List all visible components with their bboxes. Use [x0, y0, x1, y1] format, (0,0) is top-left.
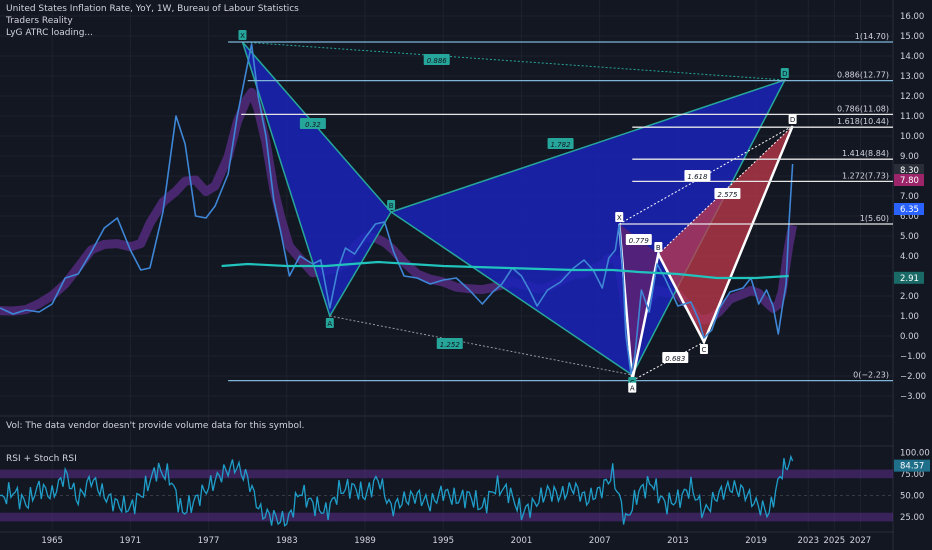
rsi-title[interactable]: RSI + Stoch RSI — [6, 454, 77, 464]
price-tick-label: 13.00 — [900, 72, 924, 82]
rsi-band — [0, 512, 893, 522]
point-d-small: D — [790, 116, 795, 124]
price-tick-label: 15.00 — [900, 32, 924, 42]
ratio-label-small: 0.683 — [665, 355, 685, 363]
time-tick-label: 1977 — [198, 536, 220, 546]
time-tick-label: 2025 — [824, 536, 846, 546]
price-tick-label: 5.00 — [900, 232, 919, 242]
time-tick-label: 1971 — [120, 536, 142, 546]
point-a-small: A — [630, 385, 635, 393]
rsi-band — [0, 469, 893, 479]
time-tick-label: 2007 — [589, 536, 611, 546]
point-b-large: B — [389, 202, 394, 210]
indicator-lyg-atrc[interactable]: LyG ATRC loading... — [6, 27, 299, 39]
price-tick-label: 16.00 — [900, 12, 924, 22]
fib-level-label: 0.886(12.77) — [837, 71, 889, 80]
price-tag: 2.91 — [900, 274, 919, 284]
time-tick-label: 1983 — [276, 536, 298, 546]
price-tick-label: −2.00 — [900, 372, 926, 382]
ratio-label-large: 1.782 — [551, 141, 572, 149]
symbol-title[interactable]: United States Inflation Rate, YoY, 1W, B… — [6, 3, 299, 15]
time-axis: 1965 1971 1977 1983 1989 1995 2001 2007 2013 2019… — [41, 536, 871, 546]
price-tick-label: 14.00 — [900, 52, 924, 62]
harmonic-xab-triangle[interactable] — [241, 41, 393, 318]
ratio-label-large: 0.32 — [305, 121, 321, 129]
price-chart[interactable]: 1(14.70) 0.886(12.77) 0.786(11.08) 1.618(10… — [0, 0, 932, 550]
rsi-tick-label: 50.00 — [900, 491, 924, 501]
time-tick-label: 2001 — [511, 536, 533, 546]
time-tick-label: 1965 — [41, 536, 63, 546]
time-tick-label: 2023 — [797, 536, 819, 546]
price-tick-label: 1.00 — [900, 312, 919, 322]
fib-level-label: 1(14.70) — [855, 32, 889, 41]
price-tick-label: 9.00 — [900, 152, 919, 162]
ratio-label-small: 2.575 — [717, 191, 738, 199]
price-tick-label: 12.00 — [900, 92, 924, 102]
fib-level-label: 1.414(8.84) — [842, 149, 889, 158]
fib-level-label: 1.618(10.44) — [837, 117, 889, 126]
ratio-label-small: 0.779 — [629, 237, 650, 245]
point-b-small: B — [656, 244, 661, 252]
ratio-label-large: 0.886 — [427, 57, 448, 65]
indicator-traders-reality[interactable]: Traders Reality — [6, 15, 299, 27]
chart-legend: United States Inflation Rate, YoY, 1W, B… — [6, 3, 299, 39]
chart-root: 1(14.70) 0.886(12.77) 0.786(11.08) 1.618(10… — [0, 0, 932, 550]
grid — [0, 0, 932, 550]
time-tick-label: 1989 — [354, 536, 376, 546]
price-tag: 6.35 — [900, 205, 919, 215]
price-tick-label: 0.00 — [900, 332, 919, 342]
time-tick-label: 2013 — [667, 536, 689, 546]
fib-level-label: 0(−2.23) — [853, 371, 889, 380]
rsi-tick-label: 100.00 — [900, 448, 930, 458]
point-a-large: A — [327, 320, 332, 328]
fib-level-label: 0.786(11.08) — [837, 104, 889, 113]
point-c-small: C — [702, 346, 707, 354]
point-d-large: D — [782, 70, 787, 78]
price-tag: 7.80 — [900, 176, 919, 186]
rsi-tick-label: 25.00 — [900, 513, 924, 523]
time-tick-label: 1995 — [432, 536, 454, 546]
price-tick-label: 7.00 — [900, 192, 919, 202]
price-tick-label: 4.00 — [900, 252, 919, 262]
price-tick-label: 10.00 — [900, 132, 924, 142]
ratio-label-large: 1.252 — [440, 341, 461, 349]
volume-note: Vol: The data vendor doesn't provide vol… — [6, 421, 305, 431]
fib-level-label: 1.272(7.73) — [842, 171, 889, 180]
harmonic-xd-link — [242, 41, 785, 81]
point-x-small: X — [617, 214, 622, 222]
time-tick-label: 2027 — [850, 536, 872, 546]
time-tick-label: 2019 — [745, 536, 767, 546]
price-tick-label: −3.00 — [900, 392, 926, 402]
rsi-pane: 100.0075.0050.0025.0084.57 — [0, 448, 930, 527]
fib-level-label: 1(5.60) — [860, 214, 889, 223]
price-tick-label: −1.00 — [900, 352, 926, 362]
rsi-value-tag: 84.57 — [900, 462, 924, 472]
price-tick-label: 11.00 — [900, 112, 924, 122]
price-tick-label: 2.00 — [900, 292, 919, 302]
ratio-label-small: 1.618 — [687, 173, 708, 181]
